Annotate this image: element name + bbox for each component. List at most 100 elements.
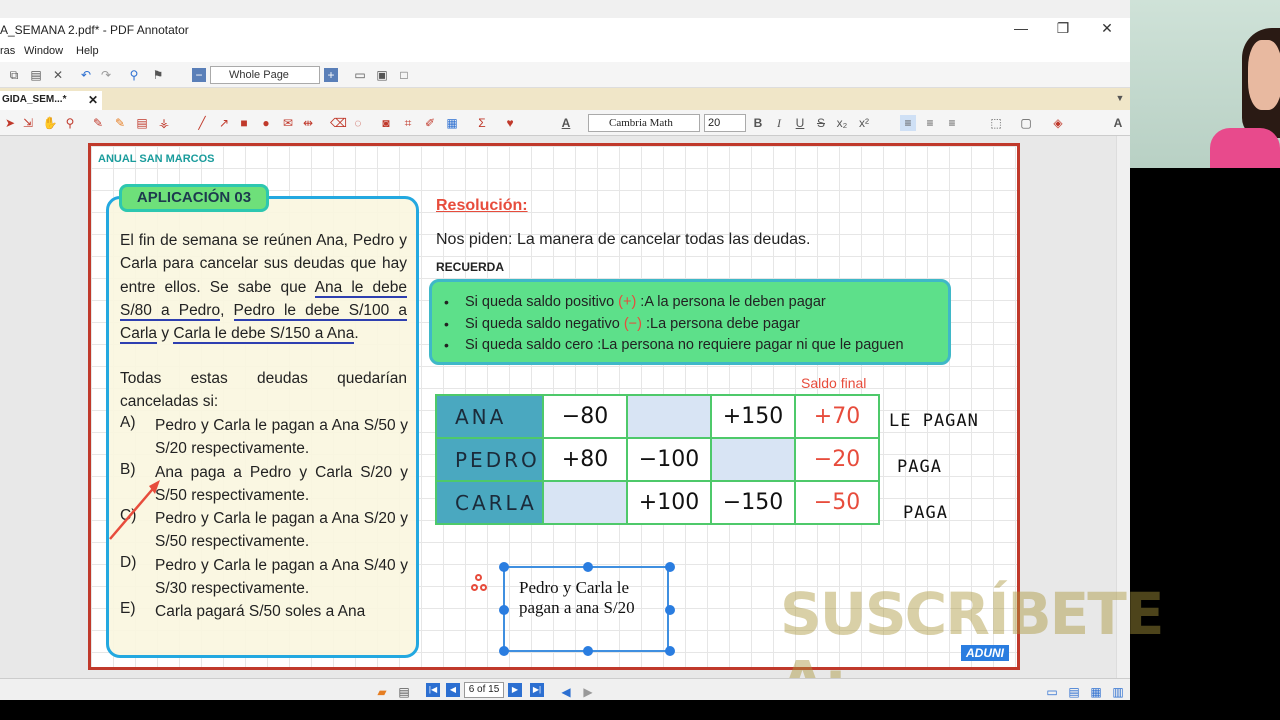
delete-icon[interactable]: ✕: [50, 67, 66, 83]
sum-icon[interactable]: Σ: [474, 115, 490, 131]
heart-icon[interactable]: ♥: [502, 115, 518, 131]
view-grid-icon[interactable]: ▦: [1088, 684, 1104, 700]
image-icon[interactable]: ▦: [444, 115, 460, 131]
folder-icon[interactable]: ▰: [374, 684, 390, 700]
view-continuous-icon[interactable]: ▤: [1066, 684, 1082, 700]
resize-handle[interactable]: [499, 562, 509, 572]
highlighter-icon[interactable]: ✎: [112, 115, 128, 131]
paint-bucket-icon[interactable]: ◈: [1050, 115, 1066, 131]
select-tool-icon[interactable]: ➤: [2, 115, 18, 131]
table-cell: [710, 437, 796, 482]
tab-document[interactable]: GIDA_SEM...* ✕: [0, 91, 102, 110]
paste-icon[interactable]: ▤: [28, 67, 44, 83]
undo-icon[interactable]: ↶: [78, 67, 94, 83]
resize-handle[interactable]: [665, 562, 675, 572]
bookmark-icon[interactable]: ⚑: [150, 67, 166, 83]
text-select-icon[interactable]: ⇲: [20, 115, 36, 131]
balance-table: ANA −80 +150 +70 PEDRO +80 −100 −20 CARL…: [435, 394, 880, 525]
fill-icon[interactable]: ▢: [1018, 115, 1034, 131]
title-bar: A_SEMANA 2.pdf* - PDF Annotator — ❐ ✕: [0, 18, 1130, 42]
redo-icon[interactable]: ↷: [98, 67, 114, 83]
zoom-select[interactable]: Whole Page: [210, 66, 320, 84]
view-single-icon[interactable]: ▭: [1044, 684, 1060, 700]
first-page-button[interactable]: |◀: [426, 683, 440, 697]
camera-icon[interactable]: ◙: [378, 115, 394, 131]
stamp-icon[interactable]: ⚶: [156, 115, 172, 131]
tab-menu-icon[interactable]: ▼: [1112, 90, 1128, 106]
eraser-icon[interactable]: ⌫: [330, 115, 347, 131]
align-center-icon[interactable]: ≡: [922, 115, 938, 131]
measure-icon[interactable]: ⇹: [300, 115, 316, 131]
answer-text[interactable]: Pedro y Carla le pagan a ana S/20: [519, 578, 659, 618]
fit-page-icon[interactable]: ▣: [374, 67, 390, 83]
prev-page-button[interactable]: ◀: [446, 683, 460, 697]
separator-3: .: [354, 325, 359, 343]
resize-handle[interactable]: [499, 646, 509, 656]
copy-icon[interactable]: ⧉: [6, 67, 22, 83]
close-button[interactable]: ✕: [1092, 20, 1122, 37]
crop-icon[interactable]: ⌗: [400, 115, 416, 131]
fullscreen-icon[interactable]: □: [396, 67, 412, 83]
view-facing-icon[interactable]: ▥: [1110, 684, 1126, 700]
option-text: Pedro y Carla le pagan a Ana S/50 y S/20…: [155, 417, 408, 458]
resize-handle[interactable]: [665, 646, 675, 656]
tab-close-icon[interactable]: ✕: [88, 93, 98, 107]
menu-help[interactable]: Help: [76, 45, 99, 57]
resize-handle[interactable]: [499, 605, 509, 615]
align-right-icon[interactable]: ≡: [944, 115, 960, 131]
video-overlay-bar: [0, 700, 1130, 720]
next-page-button[interactable]: ▶: [508, 683, 522, 697]
textbox-icon[interactable]: ▤: [134, 115, 150, 131]
envelope-icon[interactable]: ✉: [280, 115, 296, 131]
line-icon[interactable]: ╱: [194, 115, 210, 131]
subscript-button[interactable]: x₂: [834, 115, 850, 131]
document-icon[interactable]: ▤: [396, 684, 412, 700]
tab-label: GIDA_SEM...*: [2, 94, 67, 105]
resize-handle[interactable]: [583, 646, 593, 656]
find-icon[interactable]: ⚲: [126, 67, 142, 83]
option-text: Pedro y Carla le pagan a Ana S/40 y S/30…: [155, 557, 408, 598]
table-row: ANA −80 +150 +70: [435, 394, 880, 439]
ellipse-icon[interactable]: ●: [258, 115, 274, 131]
page-indicator[interactable]: 6 of 15: [464, 682, 504, 698]
forward-icon[interactable]: ▶: [580, 684, 596, 700]
font-size-select[interactable]: 20: [704, 114, 746, 132]
minimize-button[interactable]: —: [1006, 20, 1036, 36]
zoom-tool-icon[interactable]: ⚲: [62, 115, 78, 131]
pen-icon[interactable]: ✎: [90, 115, 106, 131]
restore-button[interactable]: ❐: [1048, 20, 1078, 37]
border-icon[interactable]: ⬚: [988, 115, 1004, 131]
superscript-button[interactable]: x²: [856, 115, 872, 131]
option-text: Carla pagará S/50 soles a Ana: [155, 603, 366, 620]
font-color-icon[interactable]: A: [558, 115, 574, 131]
hand-tool-icon[interactable]: ✋: [42, 115, 58, 131]
option-letter: D): [120, 554, 137, 571]
zoom-out-icon[interactable]: −: [192, 68, 206, 82]
lasso-icon[interactable]: ◌: [350, 115, 366, 131]
bold-button[interactable]: B: [750, 115, 766, 131]
strikethrough-button[interactable]: S: [813, 115, 829, 131]
ruler-icon[interactable]: ✐: [422, 115, 438, 131]
resize-handle[interactable]: [665, 605, 675, 615]
italic-button[interactable]: I: [771, 115, 787, 131]
handwritten-note-pedro: PAGA: [897, 457, 942, 477]
saldo-final-label: Saldo final: [801, 375, 867, 391]
rectangle-icon[interactable]: ■: [236, 115, 252, 131]
font-select[interactable]: Cambria Math: [588, 114, 700, 132]
table-row: CARLA +100 −150 −50: [435, 480, 880, 525]
align-left-icon[interactable]: ≡: [900, 115, 916, 131]
menu-window[interactable]: Window: [24, 45, 63, 57]
single-page-icon[interactable]: ▭: [352, 67, 368, 83]
resolution-heading: Resolución:: [436, 197, 528, 214]
final-balance: +70: [794, 394, 880, 439]
underline-button[interactable]: U: [792, 115, 808, 131]
table-cell: −100: [626, 437, 712, 482]
back-icon[interactable]: ◀: [558, 684, 574, 700]
last-page-button[interactable]: ▶|: [530, 683, 544, 697]
text-tool-icon[interactable]: A: [1110, 115, 1126, 131]
zoom-in-icon[interactable]: +: [324, 68, 338, 82]
table-cell: +150: [710, 394, 796, 439]
arrow-icon[interactable]: ↗: [216, 115, 232, 131]
resize-handle[interactable]: [583, 562, 593, 572]
menu-extras[interactable]: ras: [0, 45, 15, 57]
